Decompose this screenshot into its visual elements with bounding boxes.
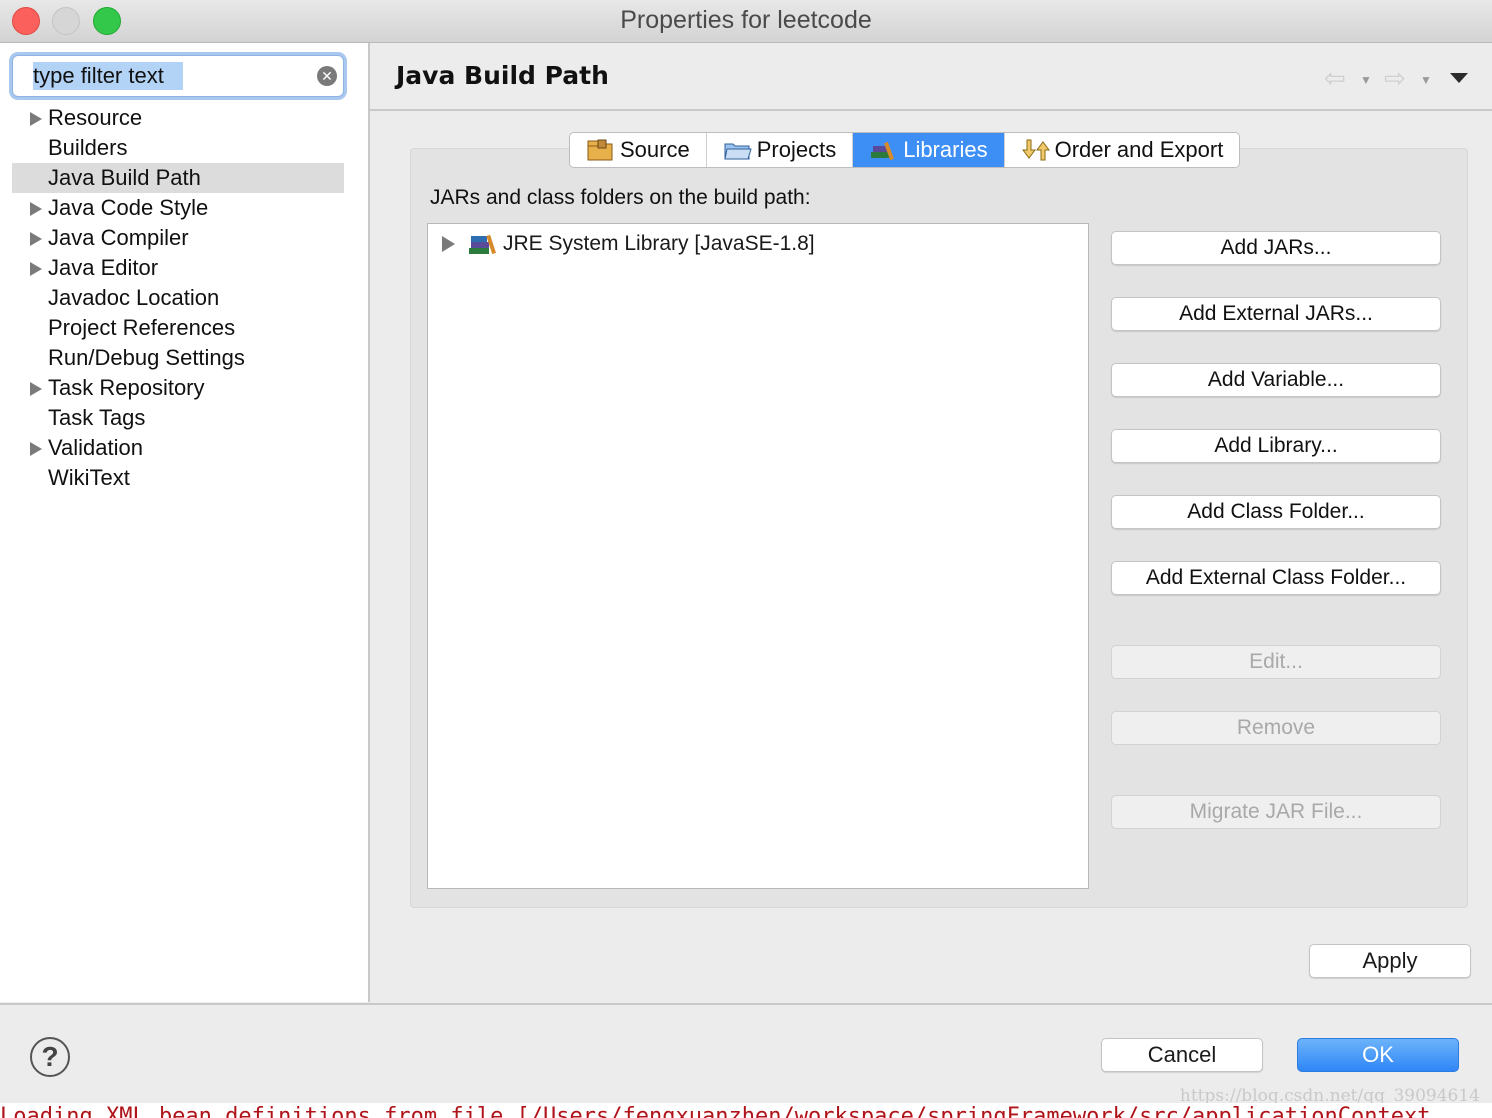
- tree-item-wikitext[interactable]: WikiText: [12, 463, 344, 493]
- tree-item-resource[interactable]: Resource: [12, 103, 344, 133]
- build-path-section-label: JARs and class folders on the build path…: [430, 186, 811, 209]
- list-item[interactable]: JRE System Library [JavaSE-1.8]: [442, 230, 815, 258]
- back-arrow-icon[interactable]: ⇦: [1324, 63, 1346, 94]
- projects-folder-icon: [723, 138, 753, 162]
- tree-item-label: Builders: [48, 135, 128, 160]
- tree-item-java-compiler[interactable]: Java Compiler: [12, 223, 344, 253]
- migrate-jar-button[interactable]: Migrate JAR File...: [1111, 795, 1441, 829]
- filter-input[interactable]: [31, 62, 295, 90]
- expand-arrow-icon[interactable]: [30, 202, 42, 216]
- add-external-jars-button[interactable]: Add External JARs...: [1111, 297, 1441, 331]
- add-jars-button[interactable]: Add JARs...: [1111, 231, 1441, 265]
- apply-button[interactable]: Apply: [1309, 944, 1471, 978]
- tree-item-label: Run/Debug Settings: [48, 345, 245, 370]
- tab-label: Projects: [756, 137, 837, 162]
- tree-item-label: Project References: [48, 315, 236, 340]
- view-menu-icon[interactable]: [1450, 73, 1468, 83]
- window-title: Properties for leetcode: [620, 6, 872, 34]
- tree-item-label: Resource: [48, 105, 143, 130]
- property-pages-sidebar: ✕ Resource Builders Java Build Path Java…: [0, 43, 370, 1002]
- expand-arrow-icon[interactable]: [30, 442, 42, 456]
- console-output-line: Loading XML bean definitions from file […: [0, 1103, 1492, 1118]
- source-folder-icon: [586, 138, 616, 162]
- tree-item-label: Java Compiler: [48, 225, 189, 250]
- library-icon: [467, 232, 497, 256]
- title-bar: Properties for leetcode: [0, 0, 1492, 43]
- add-library-button[interactable]: Add Library...: [1111, 429, 1441, 463]
- tab-label: Order and Export: [1054, 137, 1224, 162]
- tree-item-label: Task Repository: [48, 375, 205, 400]
- tree-item-javadoc-location[interactable]: Javadoc Location: [12, 283, 344, 313]
- tree-item-run-debug-settings[interactable]: Run/Debug Settings: [12, 343, 344, 373]
- page-title: Java Build Path: [396, 61, 609, 90]
- expand-arrow-icon[interactable]: [30, 232, 42, 246]
- tab-projects[interactable]: Projects: [706, 133, 854, 167]
- expand-arrow-icon[interactable]: [30, 382, 42, 396]
- property-pages-tree: Resource Builders Java Build Path Java C…: [12, 103, 344, 493]
- tree-item-label: Java Code Style: [48, 195, 209, 220]
- clear-filter-icon[interactable]: ✕: [317, 66, 337, 86]
- tree-item-java-build-path[interactable]: Java Build Path: [12, 163, 344, 193]
- tree-item-label: Java Editor: [48, 255, 159, 280]
- tree-item-label: Javadoc Location: [48, 285, 220, 310]
- tree-item-label: WikiText: [48, 465, 130, 490]
- remove-button[interactable]: Remove: [1111, 711, 1441, 745]
- tree-item-java-editor[interactable]: Java Editor: [12, 253, 344, 283]
- tree-item-label: Java Build Path: [48, 165, 201, 190]
- tree-item-task-tags[interactable]: Task Tags: [12, 403, 344, 433]
- tree-item-validation[interactable]: Validation: [12, 433, 344, 463]
- build-path-tabs: Source Projects Libraries Order and Expo…: [569, 132, 1241, 168]
- expand-arrow-icon[interactable]: [30, 262, 42, 276]
- filter-field[interactable]: ✕: [12, 55, 344, 97]
- page-header: Java Build Path ⇦ ▼ ⇨ ▼: [370, 43, 1492, 111]
- help-icon[interactable]: ?: [30, 1037, 70, 1077]
- libraries-icon: [869, 138, 899, 162]
- order-export-icon: [1021, 138, 1051, 162]
- forward-dropdown-icon[interactable]: ▼: [1420, 73, 1432, 87]
- add-external-class-folder-button[interactable]: Add External Class Folder...: [1111, 561, 1441, 595]
- ok-button[interactable]: OK: [1297, 1038, 1459, 1072]
- tree-item-builders[interactable]: Builders: [12, 133, 344, 163]
- libraries-list[interactable]: JRE System Library [JavaSE-1.8]: [427, 223, 1089, 889]
- tab-source[interactable]: Source: [570, 133, 707, 167]
- expand-arrow-icon[interactable]: [442, 236, 455, 252]
- add-variable-button[interactable]: Add Variable...: [1111, 363, 1441, 397]
- expand-arrow-icon[interactable]: [30, 112, 42, 126]
- forward-arrow-icon[interactable]: ⇨: [1384, 63, 1406, 94]
- tree-item-label: Task Tags: [48, 405, 146, 430]
- edit-button[interactable]: Edit...: [1111, 645, 1441, 679]
- tab-libraries[interactable]: Libraries: [853, 133, 1005, 167]
- library-label: JRE System Library [JavaSE-1.8]: [503, 232, 815, 255]
- tab-label: Source: [620, 137, 690, 162]
- tab-label: Libraries: [903, 137, 988, 162]
- cancel-button[interactable]: Cancel: [1101, 1038, 1263, 1072]
- tree-item-label: Validation: [48, 435, 143, 460]
- tree-item-project-references[interactable]: Project References: [12, 313, 344, 343]
- tree-item-task-repository[interactable]: Task Repository: [12, 373, 344, 403]
- tab-order-and-export[interactable]: Order and Export: [1004, 133, 1240, 167]
- add-class-folder-button[interactable]: Add Class Folder...: [1111, 495, 1441, 529]
- back-dropdown-icon[interactable]: ▼: [1360, 73, 1372, 87]
- tree-item-java-code-style[interactable]: Java Code Style: [12, 193, 344, 223]
